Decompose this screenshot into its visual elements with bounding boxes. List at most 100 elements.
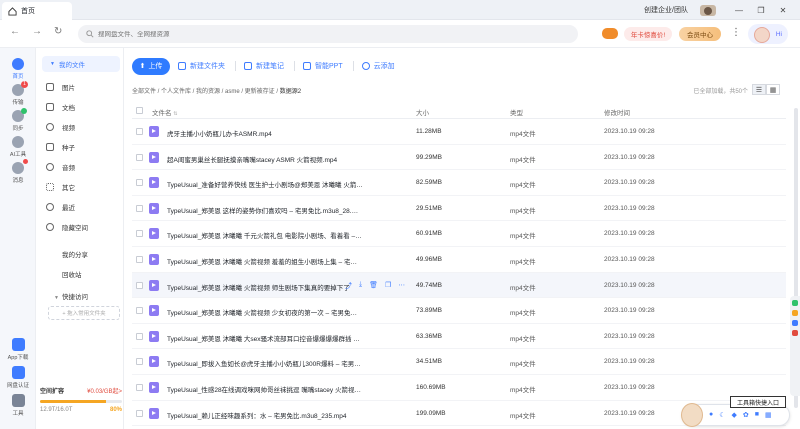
breadcrumb-path[interactable]: 全部文件 / 个人文件库 / 我的资源 / asme / 更新被存证 /: [132, 89, 280, 95]
tab-home[interactable]: 首页: [2, 2, 72, 20]
table-row[interactable]: TypeUsual_郑美恩 沐曦曦 千元火箭礼包 电影院小剧场、看着看 – 宅男…: [132, 221, 786, 247]
table-row[interactable]: TypeUsual_郑美恩 沐曦曦 火箭视频 少女初夜的第一次 – 宅男免比.m…: [132, 298, 786, 324]
sidebar-item-torrents[interactable]: 种子: [46, 140, 122, 154]
file-name[interactable]: TypeUsual_即拔入鱼如长@虎牙主播小小奶瓶儿300R爆料 – 宅男免比.…: [167, 358, 363, 368]
table-row[interactable]: TypeUsual_准备好营养快线 医生护士小剧场@郑美恩 沐曦曦 火箭爆料 –…: [132, 170, 786, 196]
flower-icon[interactable]: ✿: [743, 411, 749, 419]
helper-avatar[interactable]: [681, 403, 703, 427]
table-row[interactable]: 虎牙主播小小奶瓶儿办卡ASMR.mp4 11.28MB mp4文件 2023.10.1…: [132, 119, 786, 145]
file-name[interactable]: TypeUsual_郑美恩 沐曦曦 千元火箭礼包 电影院小剧场、看着看 – 宅男…: [167, 230, 363, 240]
dock-orange-icon[interactable]: [792, 310, 798, 316]
dock-blue-icon[interactable]: [792, 320, 798, 326]
minimize-icon[interactable]: —: [728, 6, 750, 15]
new-folder-button[interactable]: 新建文件夹: [178, 58, 225, 75]
right-dock[interactable]: [790, 296, 800, 396]
share-icon[interactable]: ⤴: [345, 281, 352, 291]
rail-item-transfer[interactable]: 1 传输: [0, 81, 36, 106]
storage-panel[interactable]: 空间扩容 ¥0.03/GB起> 12.9T/16.0T 80%: [40, 386, 122, 413]
sidebar-item-recent[interactable]: 最近: [46, 200, 122, 214]
game-icon[interactable]: [602, 28, 618, 39]
more-icon[interactable]: ⋮: [731, 27, 741, 38]
row-checkbox[interactable]: [136, 358, 143, 366]
rail-item-tools[interactable]: 工具: [0, 394, 36, 417]
file-name[interactable]: TypeUsual_赖儿正经味趣系列：水 – 宅男免比.m3u8_235.mp4: [167, 410, 363, 420]
sidebar-item-audio[interactable]: 音频: [46, 160, 122, 174]
more-icon[interactable]: ⋯: [398, 281, 405, 291]
sidebar-item-docs[interactable]: 文档: [46, 100, 122, 114]
promo-button[interactable]: 年卡惊喜价!: [624, 27, 672, 41]
grid-view-icon[interactable]: ▦: [766, 84, 780, 95]
header-date[interactable]: 修改时间: [604, 107, 630, 117]
table-row[interactable]: TypeUsual_郑美恩 这样的姿势你们喜欢吗 – 宅男免比.m3u8_28.…: [132, 196, 786, 222]
list-view-icon[interactable]: ☰: [752, 84, 766, 95]
sidebar-recycle-bin[interactable]: 回收站: [62, 269, 82, 279]
rail-item-home[interactable]: 首页: [0, 58, 36, 80]
refresh-icon[interactable]: ↻: [54, 26, 62, 37]
back-icon[interactable]: ←: [10, 26, 20, 37]
rail-item-messages[interactable]: 消息: [0, 159, 36, 184]
row-checkbox[interactable]: [136, 409, 143, 417]
new-note-button[interactable]: 新建笔记: [244, 58, 284, 75]
row-checkbox[interactable]: [136, 281, 143, 289]
table-row[interactable]: TypeUsual_即拔入鱼如长@虎牙主播小小奶瓶儿300R爆料 – 宅男免比.…: [132, 349, 786, 375]
table-row[interactable]: TypeUsual_郑美恩 沐曦曦 大sex骚术流部耳口控音爆爆爆爆群插 – 宅…: [132, 324, 786, 350]
breadcrumb[interactable]: 全部文件 / 个人文件库 / 我的资源 / asme / 更新被存证 / 数据源…: [132, 86, 301, 95]
row-checkbox[interactable]: [136, 128, 143, 135]
file-name[interactable]: TypeUsual_郑美恩 沐曦曦 大sex骚术流部耳口控音爆爆爆爆群插 – 宅…: [167, 333, 363, 343]
file-name[interactable]: 虎牙主播小小奶瓶儿办卡ASMR.mp4: [167, 128, 363, 138]
sidebar-item-other[interactable]: 其它: [46, 180, 122, 194]
sidebar-my-share[interactable]: 我的分享: [62, 249, 88, 259]
sidebar-my-files[interactable]: ▼ 我的文件: [42, 56, 120, 72]
vip-center-button[interactable]: 会员中心: [679, 27, 721, 41]
file-name[interactable]: TypeUsual_准备好营养快线 医生护士小剧场@郑美恩 沐曦曦 火箭爆料 –…: [167, 179, 363, 189]
file-name[interactable]: TypeUsual_郑美恩 沐曦曦 火箭视频 师生剧场下集真的要掉下了: [167, 282, 363, 292]
dock-green-icon[interactable]: [792, 300, 798, 306]
rail-item-app-download[interactable]: App下载: [0, 338, 36, 361]
forward-icon[interactable]: →: [32, 26, 42, 37]
smart-ppt-button[interactable]: 智能PPT: [303, 58, 343, 75]
download-icon[interactable]: ⤓: [359, 281, 362, 291]
table-row[interactable]: TypeUsual_性感28在线调戏咪网帅哥丝袜挑逗 嘴嘴stacey 火箭视频…: [132, 375, 786, 401]
row-checkbox[interactable]: [136, 307, 143, 315]
file-name[interactable]: 超A闺蜜男巢丝长腿抚摸亲嘴嘴stacey ASMR 火箭视频.mp4: [167, 154, 363, 164]
row-checkbox[interactable]: [136, 332, 143, 340]
header-type[interactable]: 类型: [510, 107, 523, 117]
row-checkbox[interactable]: [136, 204, 143, 212]
copy-icon[interactable]: ❐: [385, 281, 391, 291]
rail-item-sync[interactable]: 同步: [0, 108, 36, 132]
search-input[interactable]: [98, 30, 498, 38]
cube-icon[interactable]: ■: [755, 411, 759, 419]
rail-item-ai-tools[interactable]: AI工具: [0, 136, 36, 158]
add-quick-access-dropzone[interactable]: + 拖入常用文件夹: [48, 306, 120, 320]
file-name[interactable]: TypeUsual_郑美恩 这样的姿势你们喜欢吗 – 宅男免比.m3u8_28.…: [167, 205, 363, 215]
table-row[interactable]: 超A闺蜜男巢丝长腿抚摸亲嘴嘴stacey ASMR 火箭视频.mp4 99.29M…: [132, 145, 786, 171]
mic-icon[interactable]: ●: [709, 411, 713, 419]
file-name[interactable]: TypeUsual_郑美恩 沐曦曦 火箭视频 少女初夜的第一次 – 宅男免比.m…: [167, 307, 363, 317]
sidebar-quick-access[interactable]: ▼ 快捷访问: [54, 291, 88, 301]
header-size[interactable]: 大小: [416, 107, 429, 117]
select-all-checkbox[interactable]: [136, 107, 143, 114]
row-checkbox[interactable]: [136, 383, 143, 391]
row-checkbox[interactable]: [136, 179, 143, 187]
mascot-assistant[interactable]: Hi: [748, 24, 788, 44]
dock-red-icon[interactable]: [792, 330, 798, 336]
delete-icon[interactable]: 🗑: [369, 281, 378, 291]
table-row[interactable]: TypeUsual_郑美恩 沐曦曦 火箭视频 羞羞的姐生小剧场上集 – 宅男免比…: [132, 247, 786, 273]
grid-icon[interactable]: ▦: [765, 411, 772, 419]
chat-icon[interactable]: ◆: [732, 411, 737, 419]
file-name[interactable]: TypeUsual_郑美恩 沐曦曦 火箭视频 羞羞的姐生小剧场上集 – 宅男免比…: [167, 256, 363, 266]
row-checkbox[interactable]: [136, 230, 143, 238]
storage-price[interactable]: ¥0.03/GB起>: [87, 386, 122, 395]
rail-item-verify[interactable]: 网盘认证: [0, 366, 36, 389]
avatar[interactable]: [700, 4, 716, 16]
moon-icon[interactable]: ☾: [719, 411, 725, 419]
search-box[interactable]: [78, 25, 578, 43]
close-icon[interactable]: ✕: [772, 6, 794, 15]
sidebar-item-videos[interactable]: 视频: [46, 120, 122, 134]
row-checkbox[interactable]: [136, 255, 143, 263]
upload-button[interactable]: ⬆ 上传: [132, 57, 170, 75]
row-checkbox[interactable]: [136, 153, 143, 161]
cloud-add-button[interactable]: 云添加: [361, 58, 395, 75]
sidebar-item-hidden-space[interactable]: 隐藏空间: [46, 220, 122, 234]
create-org-link[interactable]: 创建企业/团队: [644, 5, 688, 15]
